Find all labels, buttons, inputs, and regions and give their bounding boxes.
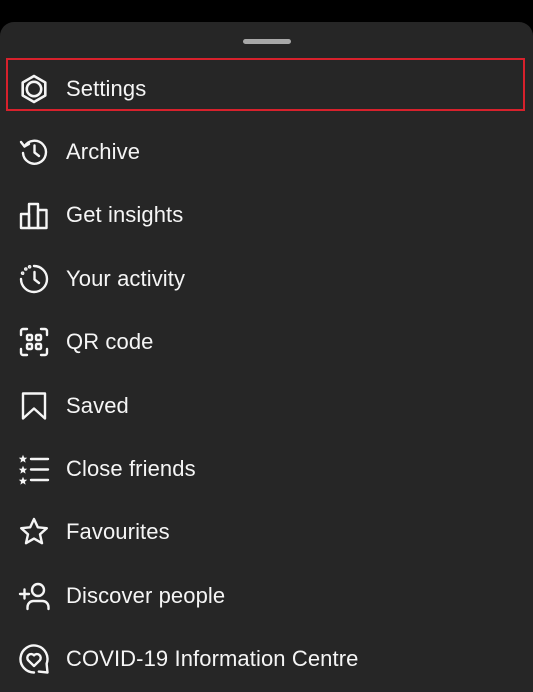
star-icon bbox=[18, 516, 50, 548]
menu-item-label: Get insights bbox=[66, 202, 184, 228]
options-menu: Settings Archive Get insights Your activ… bbox=[0, 57, 533, 691]
bottom-sheet: Settings Archive Get insights Your activ… bbox=[0, 22, 533, 692]
qr-code-icon bbox=[18, 326, 50, 358]
menu-item-label: Your activity bbox=[66, 265, 186, 291]
menu-item-label: Discover people bbox=[66, 582, 226, 608]
menu-item-label: Saved bbox=[66, 392, 129, 418]
menu-item-saved[interactable]: Saved bbox=[0, 374, 533, 437]
menu-item-label: Settings bbox=[66, 75, 147, 101]
menu-item-covid-info[interactable]: COVID-19 Information Centre bbox=[0, 628, 533, 691]
bar-chart-icon bbox=[18, 199, 50, 231]
drag-handle[interactable] bbox=[243, 39, 291, 44]
add-person-icon bbox=[18, 580, 50, 612]
menu-item-label: Close friends bbox=[66, 456, 196, 482]
activity-icon bbox=[18, 263, 50, 295]
menu-item-label: QR code bbox=[66, 329, 154, 355]
menu-item-label: Favourites bbox=[66, 519, 170, 545]
covid-info-icon bbox=[18, 643, 50, 675]
menu-item-favourites[interactable]: Favourites bbox=[0, 501, 533, 564]
menu-item-your-activity[interactable]: Your activity bbox=[0, 247, 533, 310]
menu-item-settings[interactable]: Settings bbox=[0, 57, 533, 120]
menu-item-label: Archive bbox=[66, 139, 141, 165]
bookmark-icon bbox=[18, 390, 50, 422]
menu-item-label: COVID-19 Information Centre bbox=[66, 646, 359, 672]
close-friends-icon bbox=[18, 453, 50, 485]
gear-icon bbox=[18, 73, 50, 105]
menu-item-discover-people[interactable]: Discover people bbox=[0, 564, 533, 627]
archive-icon bbox=[18, 136, 50, 168]
menu-item-close-friends[interactable]: Close friends bbox=[0, 437, 533, 500]
menu-item-qr-code[interactable]: QR code bbox=[0, 311, 533, 374]
menu-item-archive[interactable]: Archive bbox=[0, 120, 533, 183]
menu-item-insights[interactable]: Get insights bbox=[0, 184, 533, 247]
